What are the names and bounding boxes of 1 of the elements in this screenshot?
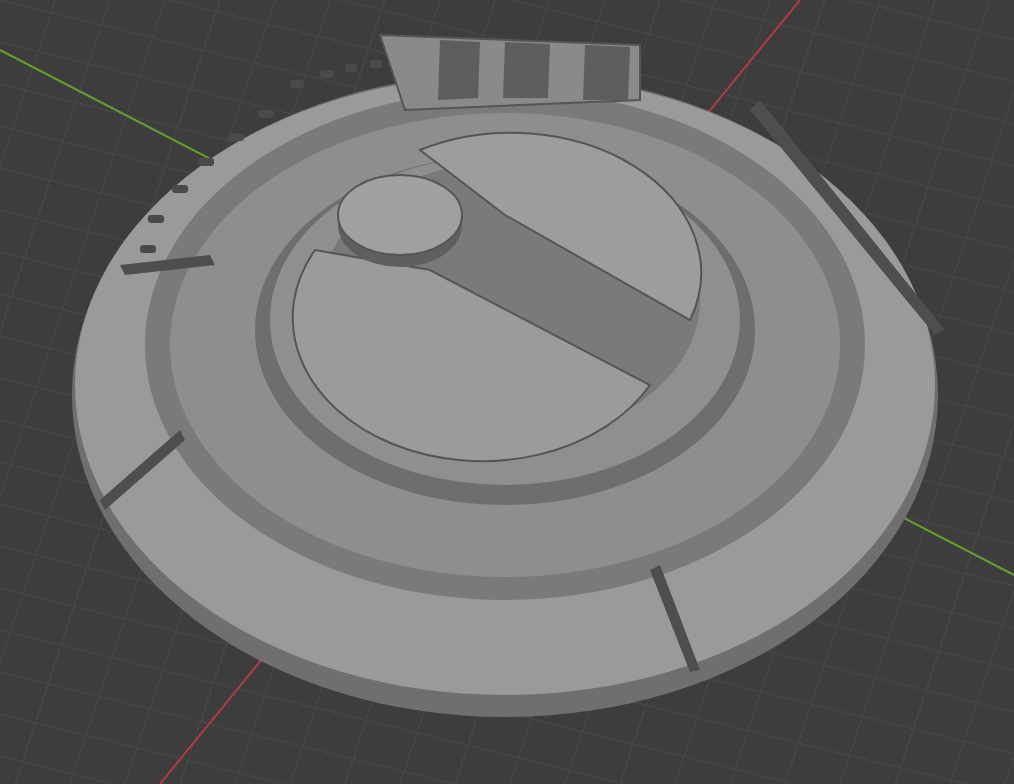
viewport-canvas[interactable] (0, 0, 1014, 784)
